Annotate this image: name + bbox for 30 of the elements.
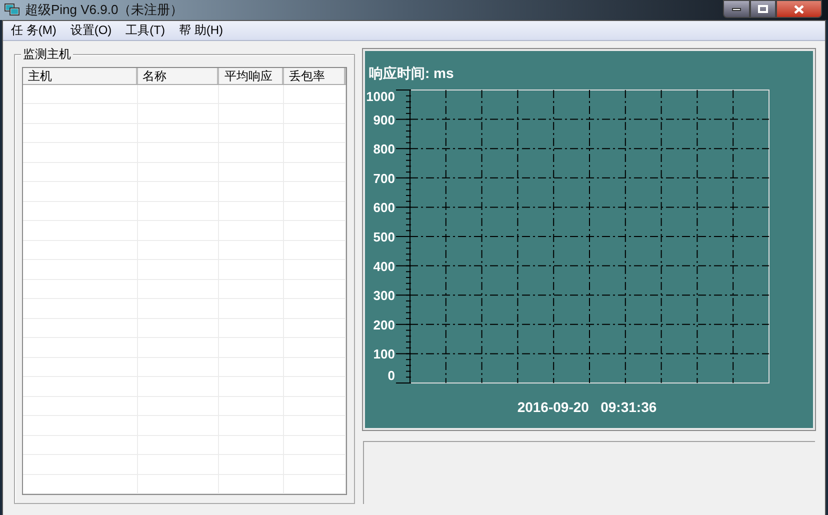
menu-item[interactable]: 工具(T) bbox=[126, 21, 165, 39]
y-tick-label: 500 bbox=[373, 229, 395, 244]
y-tick-label: 0 bbox=[388, 368, 395, 382]
y-tick-label: 1000 bbox=[366, 88, 395, 104]
maximize-icon bbox=[758, 5, 768, 13]
y-tick-label: 400 bbox=[373, 258, 395, 274]
minimize-button[interactable] bbox=[723, 0, 750, 18]
menu-item[interactable]: 设置(O) bbox=[70, 21, 112, 39]
close-icon bbox=[794, 4, 804, 14]
column-header[interactable]: 丢包率 bbox=[284, 68, 346, 84]
minimize-icon bbox=[732, 8, 741, 10]
close-button[interactable] bbox=[776, 0, 822, 18]
y-tick-label: 200 bbox=[373, 316, 395, 332]
y-tick-label: 900 bbox=[373, 112, 395, 127]
column-header[interactable]: 平均响应 bbox=[219, 68, 284, 84]
column-header[interactable]: 名称 bbox=[138, 68, 220, 84]
menu-item[interactable]: 任 务(M) bbox=[11, 21, 56, 39]
timestamp: 2016-09-20 09:31:36 bbox=[517, 398, 657, 414]
y-tick-label: 700 bbox=[373, 170, 395, 186]
menu-item[interactable]: 帮 助(H) bbox=[178, 21, 223, 39]
y-tick-label: 800 bbox=[373, 141, 395, 156]
window-title: 超级Ping V6.9.0（未注册） bbox=[25, 1, 184, 19]
y-tick-label: 100 bbox=[373, 346, 395, 362]
y-tick-label: 300 bbox=[373, 288, 395, 303]
column-header[interactable]: 主机 bbox=[23, 68, 138, 84]
chart-title: 响应时间: ms bbox=[369, 64, 454, 80]
group-title: 监测主机 bbox=[21, 46, 73, 62]
computer-icon bbox=[4, 2, 20, 17]
y-tick-label: 600 bbox=[373, 200, 395, 215]
maximize-button[interactable] bbox=[750, 0, 776, 18]
